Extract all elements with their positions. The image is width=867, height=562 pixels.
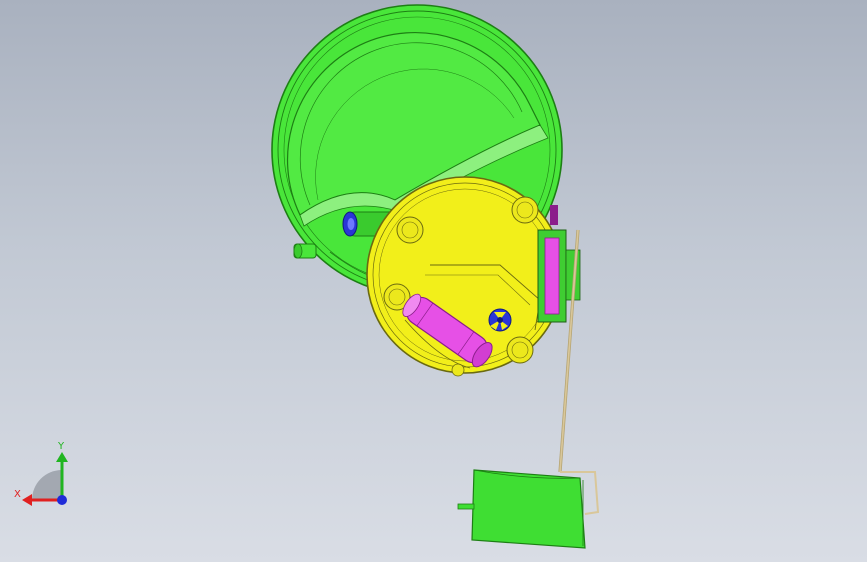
outlet-fitting[interactable] (488, 308, 512, 332)
axis-y-label: Y (58, 441, 65, 452)
cad-viewport[interactable]: Y X (0, 0, 867, 562)
axis-x-label: X (14, 489, 21, 500)
coordinate-triad: Y X (10, 440, 80, 510)
cad-model-view[interactable] (0, 0, 867, 562)
